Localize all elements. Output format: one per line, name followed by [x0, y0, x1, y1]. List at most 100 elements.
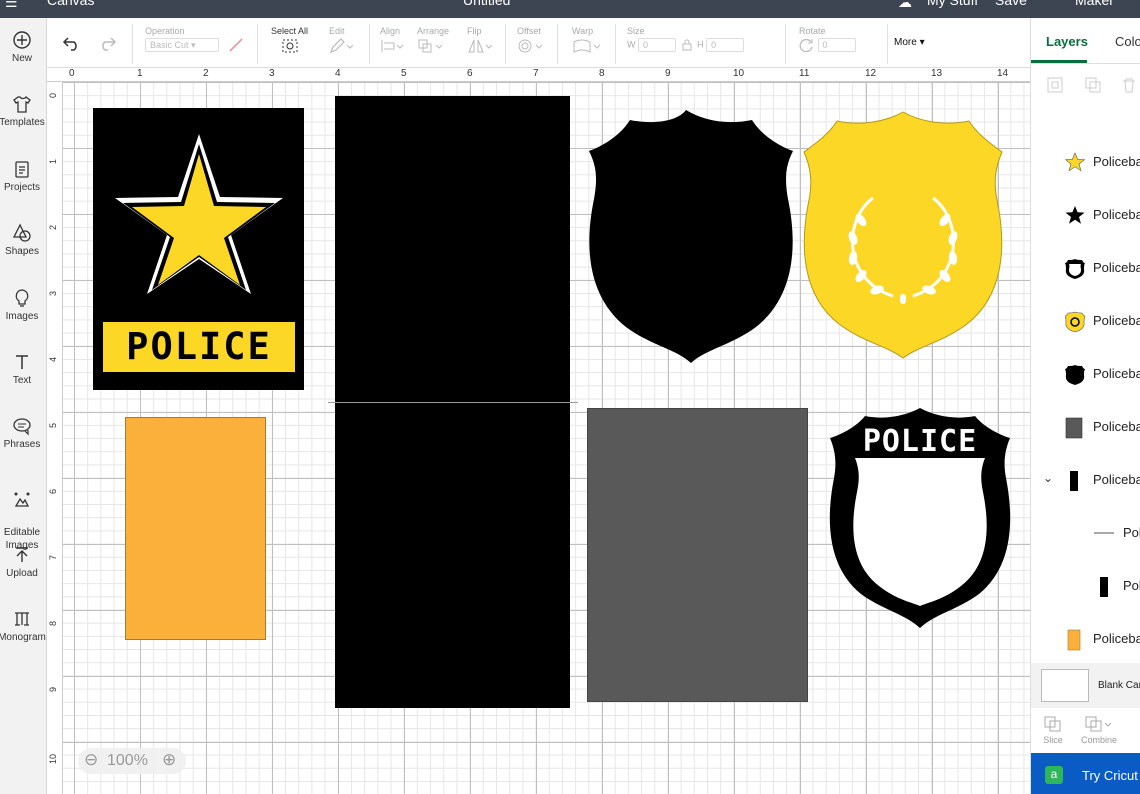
size-group: Size W 0 H 0: [627, 26, 745, 52]
police-star-card[interactable]: POLICE: [93, 108, 304, 390]
black-star-icon: [1065, 206, 1085, 224]
ruler-tick: 6: [48, 488, 58, 494]
sidebar-item-images[interactable]: Images: [0, 288, 46, 322]
ruler-tick: 14: [997, 68, 1009, 79]
gold-badge-shape[interactable]: [803, 110, 1003, 360]
duplicate-icon[interactable]: [1084, 76, 1102, 94]
ruler-tick: 2: [48, 224, 58, 230]
group-icon[interactable]: [1046, 76, 1064, 94]
layer-row[interactable]: Policeba: [1031, 348, 1140, 401]
warp-button[interactable]: Warp: [572, 26, 602, 56]
zoom-level: 100%: [107, 752, 148, 769]
combine-button[interactable]: Combine: [1081, 715, 1117, 745]
star-icon: [115, 134, 283, 294]
offset-label: Offset: [517, 26, 541, 36]
ruler-tick: 6: [467, 68, 473, 79]
sidebar-item-templates[interactable]: Templates: [0, 94, 46, 128]
ruler-tick: 12: [865, 68, 877, 79]
color-swatch-icon[interactable]: [228, 38, 244, 52]
zoom-in-icon[interactable]: ⊕: [162, 750, 176, 770]
select-all-button[interactable]: Select All: [271, 26, 308, 56]
menu-icon[interactable]: ☰: [5, 0, 18, 11]
sidebar-item-editable-images[interactable]: Editable Images: [0, 477, 46, 552]
sidebar-item-text[interactable]: Text: [0, 352, 46, 386]
project-title[interactable]: Untitled: [463, 0, 510, 8]
height-input[interactable]: 0: [706, 38, 745, 52]
tab-color[interactable]: Color: [1115, 34, 1140, 49]
layer-name: Policeba: [1093, 366, 1140, 381]
align-icon: [381, 40, 404, 52]
sidebar-item-monogram[interactable]: Monogram: [0, 609, 46, 643]
layer-row[interactable]: Policeba: [1031, 295, 1140, 348]
width-input[interactable]: 0: [638, 38, 677, 52]
flip-button[interactable]: Flip: [467, 26, 493, 56]
layer-row[interactable]: Policeba: [1031, 242, 1140, 295]
edit-button[interactable]: Edit: [329, 26, 354, 56]
ruler-tick: 4: [48, 356, 58, 362]
layer-row[interactable]: Policeba: [1031, 136, 1140, 189]
more-button[interactable]: More ▾: [894, 37, 925, 48]
layer-row[interactable]: Policeba: [1031, 401, 1140, 454]
arrange-button[interactable]: Arrange: [417, 26, 449, 56]
machine-select[interactable]: Maker: [1075, 0, 1114, 8]
layer-row[interactable]: Policeba: [1031, 189, 1140, 242]
zoom-out-icon[interactable]: ⊖: [84, 750, 98, 770]
layer-name: Policeba: [1093, 472, 1140, 487]
trash-icon[interactable]: [1120, 76, 1138, 94]
rotate-input[interactable]: 0: [817, 38, 856, 52]
try-cricut-button[interactable]: a Try Cricut: [1031, 753, 1140, 794]
offset-button[interactable]: Offset: [517, 26, 543, 56]
app-section-title: Canvas: [47, 0, 95, 8]
ruler-tick: 8: [48, 620, 58, 626]
black-badge-shape[interactable]: [586, 107, 796, 365]
orange-rect-icon: [1067, 629, 1081, 651]
layer-name: Policeba: [1093, 260, 1140, 275]
layer-row[interactable]: Pol: [1031, 560, 1140, 613]
undo-icon[interactable]: [62, 35, 82, 51]
blank-canvas-thumb: [1041, 669, 1089, 702]
edit-label: Edit: [329, 26, 345, 36]
my-stuff-link[interactable]: My Stuff: [927, 0, 978, 8]
ruler-tick: 9: [48, 686, 58, 692]
save-link[interactable]: Save: [995, 0, 1027, 8]
slice-button[interactable]: Slice: [1043, 715, 1063, 745]
orange-rectangle[interactable]: [125, 417, 266, 640]
sidebar-item-label: Phrases: [3, 439, 41, 450]
layer-name: Policeba: [1093, 631, 1140, 646]
layer-row[interactable]: Policeba: [1031, 613, 1140, 666]
sidebar-item-upload[interactable]: Upload: [0, 545, 46, 579]
ruler-tick: 7: [48, 554, 58, 560]
cricut-logo-icon: a: [1045, 766, 1063, 784]
sidebar-item-label: Templates: [0, 117, 45, 128]
lock-icon[interactable]: [682, 39, 692, 51]
layer-name: Policeba: [1093, 154, 1140, 169]
line-icon: [1094, 532, 1114, 534]
ruler-tick: 8: [599, 68, 605, 79]
sidebar-item-new[interactable]: New: [0, 30, 46, 64]
chevron-down-icon[interactable]: ⌄: [1043, 471, 1053, 485]
gold-badge-icon: [1065, 311, 1085, 333]
layer-row[interactable]: Pol: [1031, 507, 1140, 560]
tab-layers[interactable]: Layers: [1046, 34, 1088, 49]
blank-canvas-row[interactable]: Blank Can: [1031, 663, 1140, 708]
sidebar-item-phrases[interactable]: Phrases: [0, 416, 46, 450]
sidebar-item-shapes[interactable]: Shapes: [0, 223, 46, 257]
layer-name: Policeba: [1093, 207, 1140, 222]
slice-icon: [1044, 716, 1061, 732]
ruler-tick: 7: [533, 68, 539, 79]
sidebar-item-projects[interactable]: Projects: [0, 159, 46, 193]
layer-name: Policeba: [1093, 313, 1140, 328]
redo-icon[interactable]: [97, 35, 117, 51]
vertical-ruler: 0 1 2 3 4 5 6 7 8 9 10: [47, 82, 63, 794]
gray-rectangle[interactable]: [587, 408, 808, 702]
ruler-tick: 0: [69, 68, 75, 79]
offset-icon: [518, 39, 543, 53]
operation-select[interactable]: Basic Cut ▾: [145, 38, 219, 52]
layer-row[interactable]: ⌄ Policeba: [1031, 454, 1140, 507]
align-button[interactable]: Align: [380, 26, 404, 56]
design-canvas[interactable]: POLICE POLICE ⊖ 100% ⊕: [63, 82, 1030, 794]
warp-icon: [573, 39, 601, 53]
editable-images-icon: [14, 492, 30, 507]
police-outline-badge[interactable]: POLICE: [827, 406, 1013, 630]
zoom-control: ⊖ 100% ⊕: [78, 748, 186, 774]
